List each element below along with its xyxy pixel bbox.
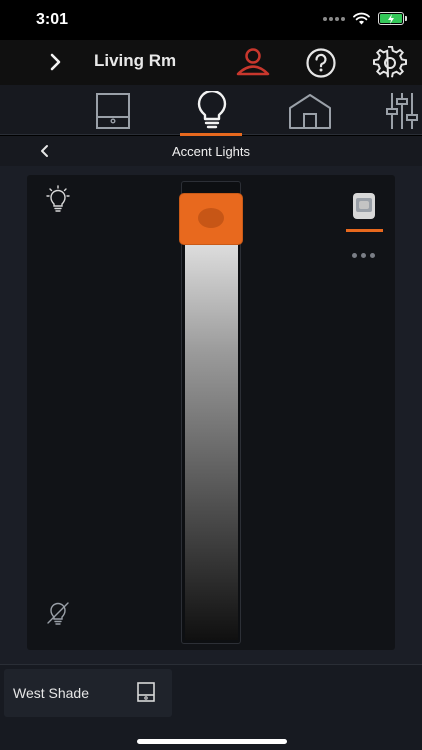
status-bar: 3:01 [0, 0, 422, 40]
sliders-icon [386, 93, 418, 129]
tab-home[interactable] [282, 89, 338, 133]
cellular-signal-icon [323, 16, 345, 21]
user-icon[interactable] [234, 46, 272, 78]
dimmer-device-icon[interactable] [352, 192, 376, 220]
tab-lights[interactable] [180, 89, 242, 136]
dimmer-slider-fill [185, 230, 238, 640]
window-shade-icon[interactable] [137, 682, 155, 702]
device-selected-indicator [346, 229, 383, 232]
bulb-on-icon[interactable] [46, 185, 70, 213]
dimmer-slider-handle[interactable] [180, 194, 242, 244]
status-indicators [323, 12, 407, 25]
sub-header: Accent Lights [0, 136, 422, 166]
chevron-right-icon[interactable] [46, 50, 66, 74]
category-tabs [0, 85, 422, 136]
lightbulb-icon [197, 91, 227, 129]
home-indicator[interactable] [137, 739, 287, 744]
shade-label: West Shade [13, 685, 90, 701]
battery-icon [378, 12, 407, 25]
help-icon[interactable] [305, 47, 337, 79]
wifi-icon [353, 12, 370, 25]
house-icon [289, 94, 331, 129]
status-time: 3:01 [36, 11, 69, 28]
gear-icon[interactable] [373, 46, 407, 80]
tab-shades[interactable] [88, 89, 138, 133]
room-title[interactable]: Living Rm [94, 51, 176, 71]
top-header: Living Rm [0, 40, 422, 85]
more-options-icon[interactable] [352, 253, 375, 258]
bulb-off-icon[interactable] [45, 600, 71, 626]
load-title: Accent Lights [171, 144, 251, 159]
tab-controls[interactable] [380, 89, 422, 133]
slider-knob-icon [198, 208, 224, 228]
window-shade-icon [96, 93, 130, 129]
